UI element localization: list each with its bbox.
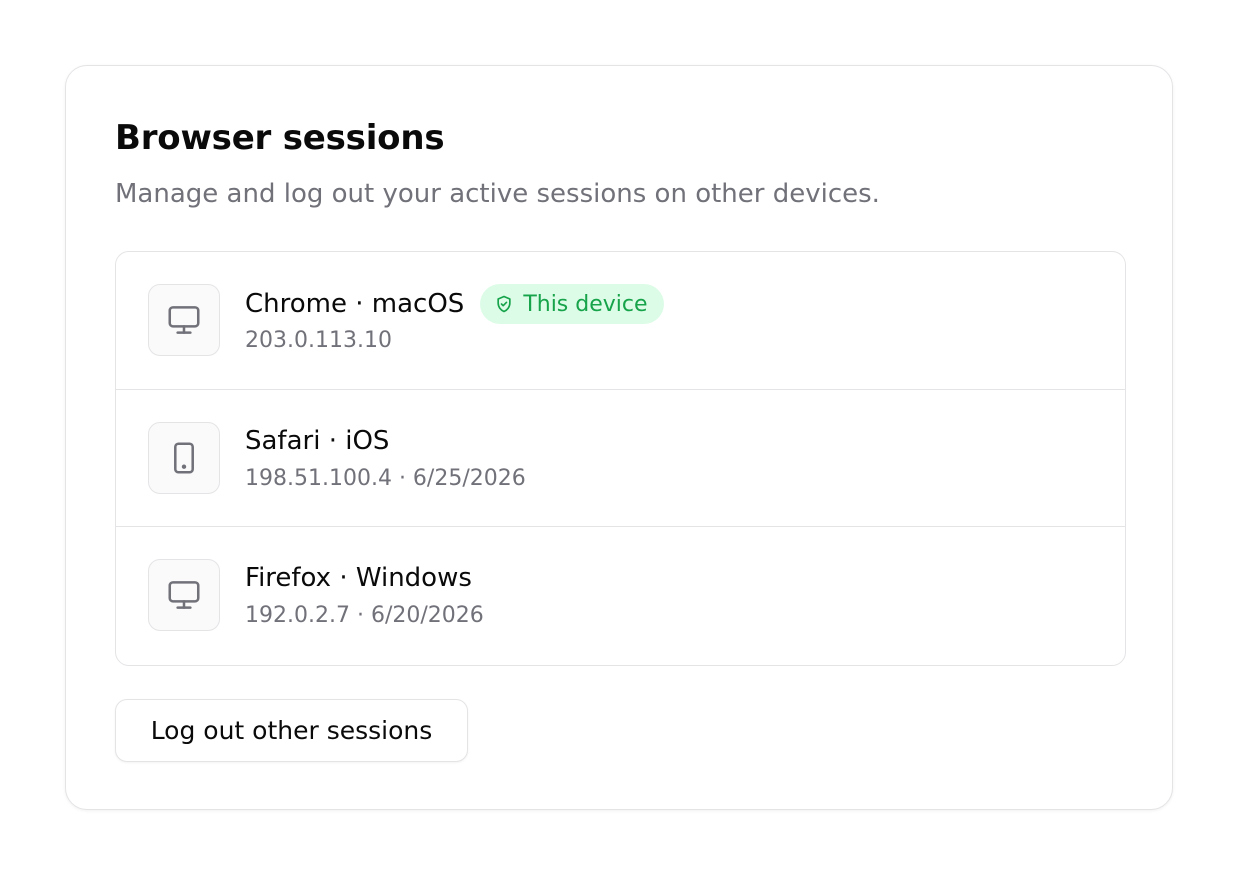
log-out-other-sessions-button[interactable]: Log out other sessions bbox=[115, 699, 468, 762]
device-icon-box bbox=[148, 559, 220, 631]
session-meta: 192.0.2.7 · 6/20/2026 bbox=[245, 603, 484, 628]
session-meta: 203.0.113.10 bbox=[245, 328, 392, 353]
session-row: Chrome · macOS This device 203.0.113.10 bbox=[116, 252, 1125, 390]
session-name: Chrome · macOS bbox=[245, 289, 465, 319]
shield-check-icon bbox=[497, 295, 511, 313]
tablet-icon bbox=[174, 441, 194, 474]
session-name-line: Safari · iOS bbox=[245, 422, 389, 460]
card-description: Manage and log out your active sessions … bbox=[115, 179, 880, 209]
session-row: Safari · iOS 198.51.100.4 · 6/25/2026 bbox=[116, 390, 1125, 527]
session-name-line: Chrome · macOS This device bbox=[245, 284, 664, 324]
browser-sessions-card: Browser sessions Manage and log out your… bbox=[65, 65, 1173, 810]
session-name-line: Firefox · Windows bbox=[245, 559, 472, 597]
this-device-badge: This device bbox=[480, 284, 664, 324]
device-icon-box bbox=[148, 421, 220, 494]
card-title: Browser sessions bbox=[115, 118, 445, 158]
monitor-icon bbox=[168, 581, 200, 609]
monitor-icon bbox=[168, 306, 200, 334]
session-list: Chrome · macOS This device 203.0.113.10 bbox=[115, 251, 1126, 666]
device-icon-box bbox=[148, 284, 220, 356]
badge-label: This device bbox=[523, 291, 648, 317]
session-row: Firefox · Windows 192.0.2.7 · 6/20/2026 bbox=[116, 527, 1125, 665]
session-name: Safari · iOS bbox=[245, 425, 390, 456]
session-name: Firefox · Windows bbox=[245, 563, 472, 593]
session-meta: 198.51.100.4 · 6/25/2026 bbox=[245, 465, 526, 491]
